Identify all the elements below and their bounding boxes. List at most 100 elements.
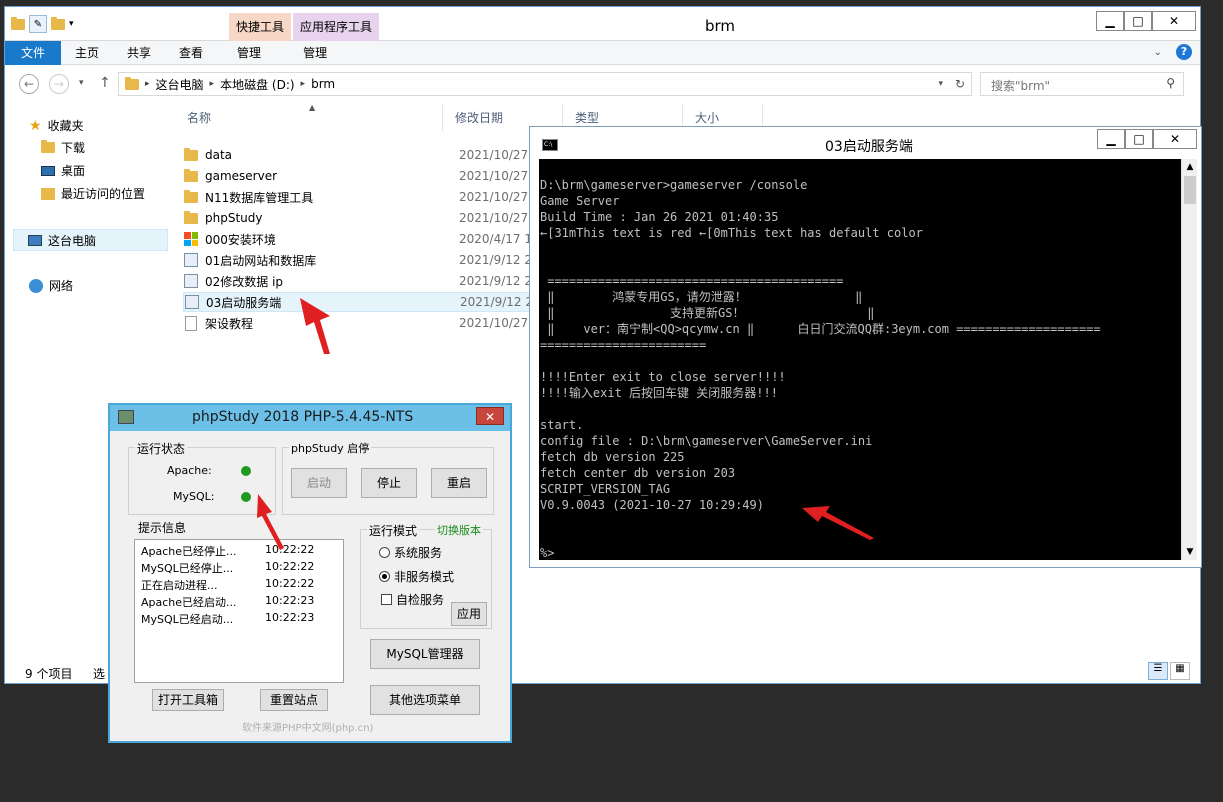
log-time: 10:22:22 [265,560,315,573]
breadcrumb-separator-icon[interactable]: ▸ [210,79,215,89]
console-line: ======================= [540,338,707,352]
console-line: fetch db version 225 [540,450,685,464]
tab-application-tools[interactable]: 应用程序工具 [293,13,379,41]
console-output[interactable]: D:\brm\gameserver>gameserver /console Gam… [539,159,1182,560]
restart-button[interactable]: 重启 [431,468,487,498]
desktop-icon [41,165,55,176]
tab-manage-shortcut[interactable]: 管理 [217,41,279,65]
expand-ribbon-icon[interactable]: ⌄ [1154,47,1162,58]
close-button[interactable]: ✕ [1153,129,1197,149]
refresh-icon[interactable]: ↻ [955,77,965,91]
scroll-up-icon[interactable]: ▲ [1182,159,1198,175]
log-row: Apache已经停止... 10:22:22 [141,543,341,559]
recent-locations-icon[interactable]: ▾ [79,78,84,88]
batch-icon [185,295,199,309]
nav-recent[interactable]: 最近访问的位置 [41,185,145,202]
up-button[interactable]: ↑ [99,75,111,91]
network-icon [29,278,43,293]
phpstudy-title-bar: phpStudy 2018 PHP-5.4.45-NTS ✕ [110,405,510,431]
tab-shortcut-tools[interactable]: 快捷工具 [229,13,291,41]
switch-version-link[interactable]: 切换版本 [435,522,483,538]
minimize-button[interactable]: ▁ [1097,129,1125,149]
console-window: C:\ 03启动服务端 ▁ □ ✕ D:\brm\gameserver>game… [529,126,1202,568]
phpstudy-app-icon [118,410,134,424]
breadcrumb-brm[interactable]: brm [311,77,335,91]
other-options-button[interactable]: 其他选项菜单 [370,685,480,715]
view-buttons: ☰ ▦ [1148,662,1190,680]
checkbox-icon [381,594,392,605]
log-list[interactable]: Apache已经停止... 10:22:22 MySQL已经停止... 10:22:… [134,539,344,683]
mode-system-service-option[interactable]: 系统服务 [379,544,442,561]
nav-this-pc[interactable]: 这台电脑 [13,229,168,251]
maximize-button[interactable]: □ [1125,129,1153,149]
self-check-checkbox[interactable]: 自检服务 [381,591,444,608]
breadcrumb-separator-icon[interactable]: ▸ [145,79,150,89]
downloads-folder-icon [41,140,55,153]
apply-button[interactable]: 应用 [451,602,487,626]
breadcrumb-this-pc[interactable]: 这台电脑 [156,76,204,93]
log-row: MySQL已经启动... 10:22:23 [141,611,341,627]
chevron-down-icon[interactable]: ▾ [69,19,74,29]
folder-icon [125,76,139,90]
close-button[interactable]: ✕ [1152,11,1196,31]
breadcrumb-local-disk[interactable]: 本地磁盘 (D:) [220,76,294,93]
properties-icon[interactable]: ✎ [29,15,47,33]
nav-label: 桌面 [61,164,86,178]
radio-selected-icon [379,571,390,582]
help-icon[interactable]: ? [1176,44,1192,60]
console-line: ‖ ver：南宁制<QQ>qcymw.cn ‖ 白日门交流QQ群:3eym.co… [540,322,1101,336]
option-label: 自检服务 [396,593,445,607]
console-title-bar: C:\ 03启动服务端 ▁ □ ✕ [530,127,1201,159]
large-icons-view-icon[interactable]: ▦ [1170,662,1190,680]
scroll-down-icon[interactable]: ▼ [1182,544,1198,560]
tab-file[interactable]: 文件 [5,41,61,65]
ribbon-tabs: 文件 主页 共享 查看 管理 管理 ⌄ ? [5,41,1200,65]
address-dropdown-icon[interactable]: ▾ [938,79,943,89]
close-button[interactable]: ✕ [476,407,504,425]
tab-share[interactable]: 共享 [113,41,165,65]
minimize-button[interactable]: ▁ [1096,11,1124,31]
option-label: 系统服务 [394,546,443,560]
folder-icon [11,16,25,30]
breadcrumb-separator-icon[interactable]: ▸ [301,79,306,89]
details-view-icon[interactable]: ☰ [1148,662,1168,680]
reset-site-button[interactable]: 重置站点 [260,689,328,711]
console-line: config file : D:\brm\gameserver\GameServ… [540,434,873,448]
selected-count: 选 [93,667,106,681]
mysql-manager-button[interactable]: MySQL管理器 [370,639,480,669]
nav-favorites[interactable]: ★ 收藏夹 [29,117,84,134]
explorer-title-bar: ✎ ▾ 快捷工具 应用程序工具 brm ▁ □ ✕ [5,7,1200,41]
log-row: 正在启动进程... 10:22:22 [141,577,341,593]
search-input[interactable]: 搜索"brm" ⚲ [980,72,1184,96]
stop-button[interactable]: 停止 [361,468,417,498]
console-line: V0.9.0043 (2021-10-27 10:29:49) [540,498,764,512]
maximize-button[interactable]: □ [1124,11,1152,31]
file-name: phpStudy [205,211,263,225]
tab-home[interactable]: 主页 [61,41,113,65]
nav-downloads[interactable]: 下载 [41,139,85,156]
nav-label: 下载 [61,141,86,155]
start-button[interactable]: 启动 [291,468,347,498]
log-message: Apache已经启动... [141,596,237,609]
item-count: 9 个项目 [25,667,73,681]
tab-view[interactable]: 查看 [165,41,217,65]
tab-manage-app[interactable]: 管理 [279,41,351,65]
mode-non-service-option[interactable]: 非服务模式 [379,568,454,585]
forward-button[interactable]: → [49,74,69,94]
scroll-thumb[interactable] [1184,176,1196,204]
address-bar[interactable]: ▸ 这台电脑 ▸ 本地磁盘 (D:) ▸ brm ▾ ↻ [118,72,972,96]
phpstudy-title: phpStudy 2018 PHP-5.4.45-NTS [192,409,414,425]
console-line: Game Server [540,194,620,208]
nav-label: 网络 [49,279,74,293]
back-button[interactable]: ← [19,74,39,94]
open-toolbox-button[interactable]: 打开工具箱 [152,689,224,711]
file-name: 000安装环境 [205,232,276,247]
nav-network[interactable]: 网络 [29,277,73,294]
new-folder-icon[interactable] [51,16,65,30]
console-scrollbar[interactable]: ▲ ▼ [1181,159,1197,560]
nav-desktop[interactable]: 桌面 [41,162,85,179]
recent-places-icon [41,187,55,200]
search-icon[interactable]: ⚲ [1166,76,1175,90]
